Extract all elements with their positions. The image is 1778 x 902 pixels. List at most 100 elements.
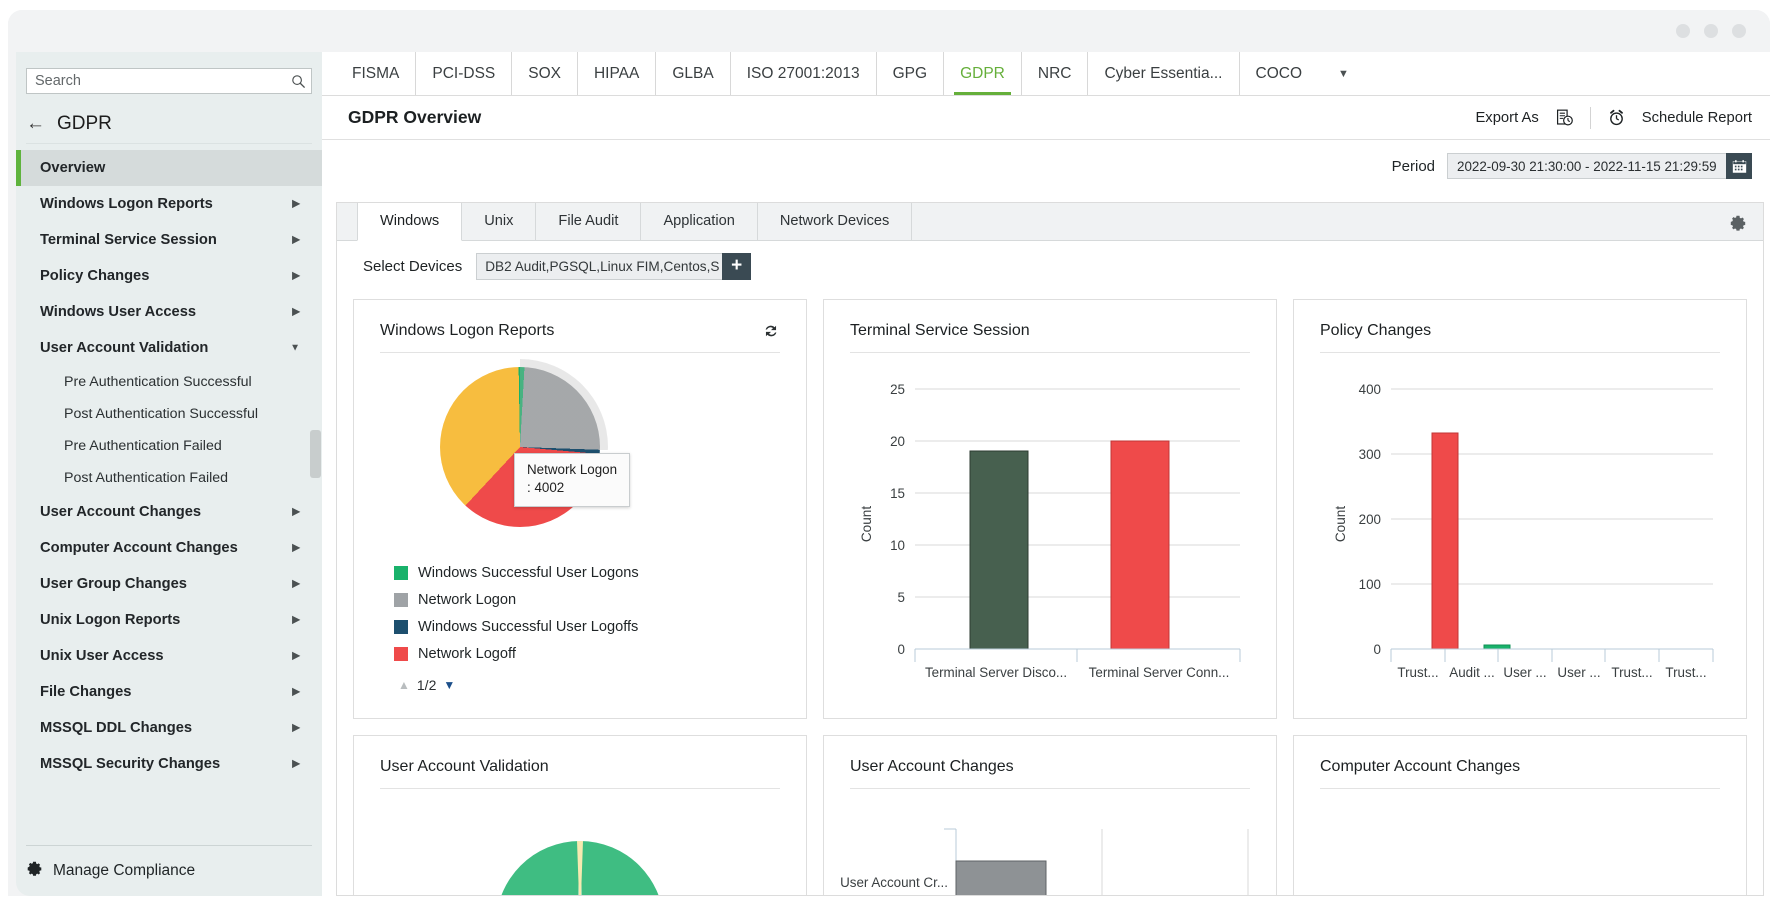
subtab-file-audit[interactable]: File Audit xyxy=(535,203,642,240)
sidebar-item-policy-changes[interactable]: Policy Changes ▶ xyxy=(16,258,322,294)
sidebar-item-mssql-ddl-changes[interactable]: MSSQL DDL Changes ▶ xyxy=(16,710,322,746)
search-icon[interactable] xyxy=(285,74,311,89)
period-field[interactable]: 2022-09-30 21:30:00 - 2022-11-15 21:29:5… xyxy=(1447,153,1752,179)
sidebar-item-label: MSSQL Security Changes xyxy=(40,756,221,772)
bar-terminal-server-disconnected xyxy=(969,450,1029,650)
search-box[interactable] xyxy=(26,68,312,94)
sidebar-item-label: User Account Validation xyxy=(40,340,209,356)
sidebar-subitem-pre-authentication-failed[interactable]: Pre Authentication Failed xyxy=(16,430,322,462)
legend-label: Network Logoff xyxy=(418,645,516,662)
tab-nrc[interactable]: NRC xyxy=(1022,52,1089,95)
tab-gdpr[interactable]: GDPR xyxy=(944,52,1022,95)
sidebar-item-user-group-changes[interactable]: User Group Changes ▶ xyxy=(16,566,322,602)
triangle-down-icon[interactable]: ▼ xyxy=(443,678,455,692)
sidebar-item-overview[interactable]: Overview xyxy=(16,150,322,186)
tab-label: SOX xyxy=(528,64,561,82)
window-dot-3[interactable] xyxy=(1732,24,1746,38)
header-actions: Export As Schedule Report xyxy=(1475,106,1752,129)
breadcrumb[interactable]: ← GDPR xyxy=(26,104,312,144)
export-as-button[interactable]: Export As xyxy=(1475,110,1538,126)
gear-icon xyxy=(26,860,43,882)
y-axis-label: Count xyxy=(859,506,874,542)
bar-user-rights xyxy=(1483,644,1511,650)
legend-swatch xyxy=(394,565,408,580)
policy-changes-bar-chart[interactable]: 400 300 200 100 0 Count Trust... Audit .… xyxy=(1315,359,1725,699)
select-devices-label: Select Devices xyxy=(363,257,463,275)
sidebar-item-windows-user-access[interactable]: Windows User Access ▶ xyxy=(16,294,322,330)
card-title: Computer Account Changes xyxy=(1320,758,1521,775)
legend-label: Network Logon xyxy=(418,591,517,608)
tab-iso-27001-2013[interactable]: ISO 27001:2013 xyxy=(731,52,877,95)
subtab-network-devices[interactable]: Network Devices xyxy=(756,203,913,240)
window-dot-1[interactable] xyxy=(1676,24,1690,38)
tab-label: GPG xyxy=(892,64,928,82)
tick-25: 25 xyxy=(890,382,905,397)
tab-gpg[interactable]: GPG xyxy=(877,52,945,95)
tab-label: COCO xyxy=(1255,64,1303,82)
alarm-clock-icon[interactable] xyxy=(1607,108,1626,127)
sidebar-scroll-handle[interactable] xyxy=(310,430,321,478)
chevron-right-icon: ▶ xyxy=(292,198,300,210)
tabs-overflow-button[interactable]: ▼ xyxy=(1318,52,1369,95)
sidebar-item-computer-account-changes[interactable]: Computer Account Changes ▶ xyxy=(16,530,322,566)
sidebar-item-user-account-validation[interactable]: User Account Validation ▼ xyxy=(16,330,322,366)
legend-pager: ▲ 1/2 ▼ xyxy=(398,677,806,693)
calendar-icon[interactable] xyxy=(1726,153,1752,179)
sidebar-item-windows-logon-reports[interactable]: Windows Logon Reports ▶ xyxy=(16,186,322,222)
triangle-up-icon[interactable]: ▲ xyxy=(398,678,410,692)
tab-fisma[interactable]: FISMA xyxy=(336,52,417,95)
sidebar-item-unix-logon-reports[interactable]: Unix Logon Reports ▶ xyxy=(16,602,322,638)
bar-user-account-created xyxy=(955,860,1047,895)
tab-sox[interactable]: SOX xyxy=(512,52,578,95)
terminal-service-session-bar-chart[interactable]: 25 20 15 10 5 0 Count Terminal Server Di… xyxy=(845,359,1255,699)
sidebar-item-terminal-service-session[interactable]: Terminal Service Session ▶ xyxy=(16,222,322,258)
card-terminal-service-session: Terminal Service Session 25 20 15 10 5 0… xyxy=(823,299,1277,719)
legend-swatch xyxy=(394,619,408,634)
user-account-validation-pie-chart[interactable] xyxy=(370,807,790,896)
tick-10: 10 xyxy=(890,538,905,553)
sidebar-item-user-account-changes[interactable]: User Account Changes ▶ xyxy=(16,494,322,530)
sidebar-item-label: User Account Changes xyxy=(40,504,202,520)
tab-pci-dss[interactable]: PCI-DSS xyxy=(416,52,513,95)
subtab-unix[interactable]: Unix xyxy=(461,203,537,240)
subtab-label: Network Devices xyxy=(779,213,890,229)
pie-chart-area: Network Logon : 4002 xyxy=(354,353,806,553)
content-panel: Windows Unix File Audit Application Netw… xyxy=(336,202,1764,896)
sidebar-subitem-post-authentication-failed[interactable]: Post Authentication Failed xyxy=(16,462,322,494)
sidebar-item-unix-user-access[interactable]: Unix User Access ▶ xyxy=(16,638,322,674)
legend-item[interactable]: Windows Successful User Logoffs xyxy=(394,613,806,640)
sidebar-item-mssql-security-changes[interactable]: MSSQL Security Changes ▶ xyxy=(16,746,322,782)
card-header: User Account Validation xyxy=(380,758,780,789)
page-header: GDPR Overview Export As Schedule Report xyxy=(322,96,1770,140)
tab-cyber-essentials[interactable]: Cyber Essentia... xyxy=(1088,52,1240,95)
subtab-application[interactable]: Application xyxy=(640,203,758,240)
schedule-report-button[interactable]: Schedule Report xyxy=(1642,110,1752,126)
select-devices-input[interactable]: DB2 Audit,PGSQL,Linux FIM,Centos,S ... xyxy=(476,252,723,280)
legend-item[interactable]: Windows Successful User Logons xyxy=(394,559,806,586)
add-device-button[interactable]: + xyxy=(722,252,752,280)
window-dot-2[interactable] xyxy=(1704,24,1718,38)
card-title: User Account Changes xyxy=(850,758,1014,775)
sidebar-item-file-changes[interactable]: File Changes ▶ xyxy=(16,674,322,710)
legend-item[interactable]: Network Logon xyxy=(394,586,806,613)
x-label-0: Trust... xyxy=(1397,665,1438,680)
back-arrow-icon[interactable]: ← xyxy=(26,114,45,133)
sidebar-subitem-label: Post Authentication Successful xyxy=(64,406,259,422)
user-account-changes-bar-chart[interactable]: User Account Cr... xyxy=(840,801,1260,896)
tab-coco[interactable]: COCO xyxy=(1240,52,1319,95)
search-input[interactable] xyxy=(27,69,285,93)
chevron-right-icon: ▶ xyxy=(292,270,300,282)
gear-icon[interactable] xyxy=(1729,214,1747,232)
sidebar-subitem-post-authentication-successful[interactable]: Post Authentication Successful xyxy=(16,398,322,430)
export-report-icon[interactable] xyxy=(1555,108,1574,127)
tab-glba[interactable]: GLBA xyxy=(656,52,731,95)
tooltip-line-2: : 4002 xyxy=(527,480,565,496)
legend-item[interactable]: Network Logoff xyxy=(394,640,806,667)
manage-compliance-button[interactable]: Manage Compliance xyxy=(26,860,312,882)
refresh-icon[interactable] xyxy=(762,322,780,340)
subtab-windows[interactable]: Windows xyxy=(357,203,463,241)
sidebar-subitem-pre-authentication-successful[interactable]: Pre Authentication Successful xyxy=(16,366,322,398)
chevron-right-icon: ▶ xyxy=(292,306,300,318)
dashboard-grid: Windows Logon Reports Network Logon: 40… xyxy=(347,299,1757,896)
tab-hipaa[interactable]: HIPAA xyxy=(578,52,657,95)
